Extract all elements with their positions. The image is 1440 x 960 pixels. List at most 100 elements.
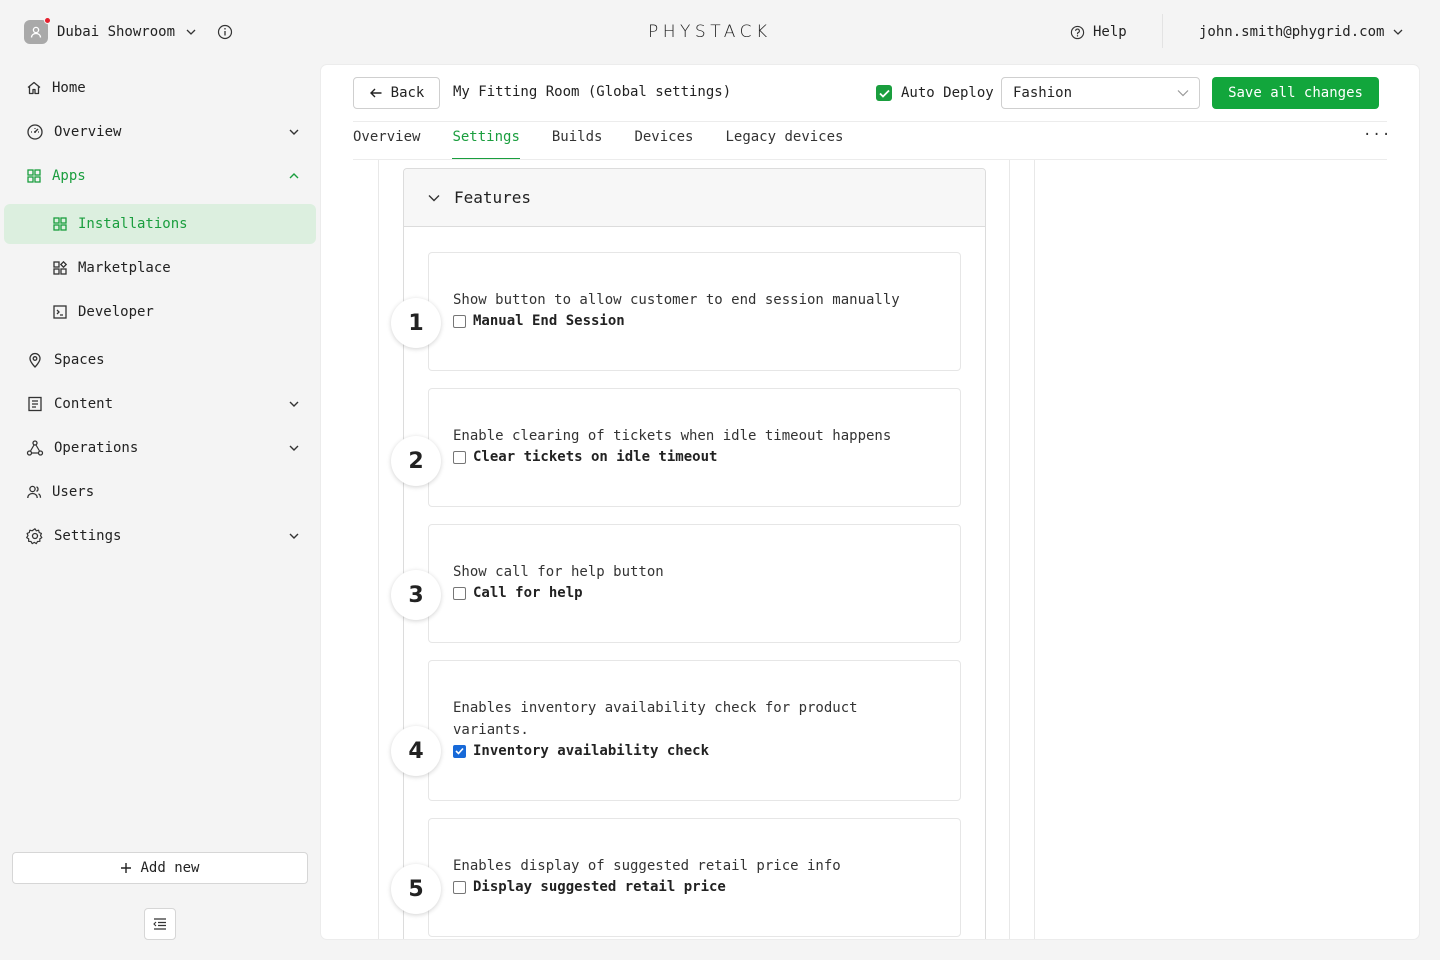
plus-icon [121, 863, 132, 873]
notification-dot [44, 17, 51, 24]
divider [353, 159, 1387, 160]
save-all-changes-button[interactable]: Save all changes [1212, 77, 1379, 109]
collapse-sidebar-button[interactable] [144, 908, 176, 940]
feature-checkbox-row[interactable]: Clear tickets on idle timeout [453, 449, 717, 465]
feature-checkbox[interactable] [453, 880, 466, 894]
chevron-down-icon [1393, 29, 1403, 35]
chevron-down-icon [289, 533, 299, 539]
step-badge: 2 [391, 436, 441, 486]
feature-description: Enables display of suggested retail pric… [453, 858, 841, 874]
sidebar-item-label: Overview [54, 124, 122, 140]
sidebar-item-label: Installations [78, 216, 188, 232]
feature-checkbox[interactable] [453, 744, 466, 758]
chevron-down-icon [289, 129, 299, 135]
sidebar-item-home[interactable]: Home [26, 76, 304, 100]
tab-builds[interactable]: Builds [552, 121, 603, 159]
tab-settings[interactable]: Settings [452, 121, 521, 160]
sidebar-item-label: Spaces [54, 352, 105, 368]
feature-description: Enable clearing of tickets when idle tim… [453, 428, 892, 444]
feature-description: Show call for help button [453, 564, 664, 580]
sidebar-item-operations[interactable]: Operations [26, 436, 304, 460]
checkmark-icon [455, 747, 464, 755]
workspace-name: Dubai Showroom [57, 24, 176, 40]
feature-checkbox-row[interactable]: Manual End Session [453, 313, 625, 329]
step-badge: 3 [391, 570, 441, 620]
step-badge: 1 [391, 298, 441, 348]
users-icon [27, 485, 42, 499]
sidebar-item-settings[interactable]: Settings [26, 524, 304, 548]
sidebar-item-installations[interactable]: Installations [52, 212, 188, 236]
auto-deploy-toggle[interactable]: Auto Deploy [876, 85, 994, 101]
sidebar-item-label: Home [52, 80, 86, 96]
sidebar-item-developer[interactable]: Developer [52, 300, 154, 324]
feature-checkbox-row[interactable]: Call for help [453, 585, 583, 601]
feature-label: Call for help [473, 585, 583, 601]
sidebar-item-overview[interactable]: Overview [26, 120, 304, 144]
grid-icon [53, 217, 67, 231]
back-button[interactable]: Back [353, 77, 440, 109]
feature-description: Show button to allow customer to end ses… [453, 292, 900, 308]
feature-label: Inventory availability check [473, 743, 710, 759]
sidebar-item-label: Apps [52, 168, 86, 184]
user-email: john.smith@phygrid.com [1199, 24, 1385, 40]
features-header[interactable]: Features [404, 169, 985, 227]
sidebar-item-users[interactable]: Users [26, 480, 304, 504]
tab-overview[interactable]: Overview [353, 121, 420, 159]
workspace-switcher[interactable]: Dubai Showroom [24, 17, 233, 44]
checkmark-icon [878, 89, 890, 98]
top-bar: Dubai Showroom PHYSTACK Help john.smith@… [0, 0, 1440, 64]
more-options-button[interactable]: ··· [1363, 127, 1391, 143]
help-link[interactable]: Help [1070, 24, 1127, 40]
feature-checkbox[interactable] [453, 586, 466, 600]
chevron-down-icon[interactable] [185, 26, 197, 38]
feature-description: Enables inventory availability check for… [453, 700, 858, 738]
sidebar-item-label: Users [52, 484, 95, 500]
tab-devices[interactable]: Devices [634, 121, 693, 159]
sidebar-item-label: Operations [54, 440, 139, 456]
chevron-down-icon [1177, 90, 1189, 97]
feature-checkbox[interactable] [453, 314, 466, 328]
tab-legacy-devices[interactable]: Legacy devices [725, 121, 843, 159]
step-badge: 5 [391, 864, 441, 914]
feature-label: Display suggested retail price [473, 879, 726, 895]
sidebar-item-label: Content [54, 396, 114, 412]
add-new-label: Add new [140, 860, 200, 876]
feature-card: Show call for help button Call for help [428, 524, 961, 643]
page-title: My Fitting Room (Global settings) [453, 84, 732, 100]
phystack-logo: PHYSTACK [648, 22, 772, 42]
apps-icon [27, 169, 41, 183]
auto-deploy-label: Auto Deploy [901, 85, 994, 101]
sidebar-item-marketplace[interactable]: Marketplace [52, 256, 171, 280]
divider [1034, 160, 1035, 939]
feature-card: Show button to allow customer to end ses… [428, 252, 961, 371]
add-new-button[interactable]: Add new [12, 852, 308, 884]
gear-icon [26, 528, 43, 545]
sidebar: Home Overview Apps Installations Marketp… [0, 64, 320, 960]
sidebar-item-spaces[interactable]: Spaces [26, 348, 304, 372]
feature-card: Enables display of suggested retail pric… [428, 818, 961, 937]
feature-checkbox-row[interactable]: Display suggested retail price [453, 879, 726, 895]
theme-select[interactable]: Fashion [1001, 77, 1200, 109]
feature-label: Manual End Session [473, 313, 625, 329]
auto-deploy-checkbox[interactable] [876, 85, 892, 101]
workspace-avatar [24, 17, 51, 44]
back-label: Back [390, 85, 425, 101]
chevron-down-icon [289, 445, 299, 451]
location-pin-icon [29, 352, 41, 368]
info-icon[interactable] [217, 24, 233, 40]
feature-checkbox-row[interactable]: Inventory availability check [453, 743, 709, 759]
sidebar-item-apps[interactable]: Apps [26, 164, 304, 188]
content-icon [28, 396, 42, 412]
feature-checkbox[interactable] [453, 450, 466, 464]
feature-card: Enable clearing of tickets when idle tim… [428, 388, 961, 507]
user-icon [30, 26, 42, 38]
sidebar-item-content[interactable]: Content [26, 392, 304, 416]
divider [1009, 160, 1010, 939]
step-badge: 4 [391, 726, 441, 776]
chevron-up-icon [289, 173, 299, 179]
home-icon [27, 81, 41, 95]
user-menu[interactable]: john.smith@phygrid.com [1199, 24, 1404, 40]
arrow-left-icon [369, 88, 382, 98]
operations-icon [26, 440, 44, 456]
chevron-down-icon [428, 194, 440, 201]
